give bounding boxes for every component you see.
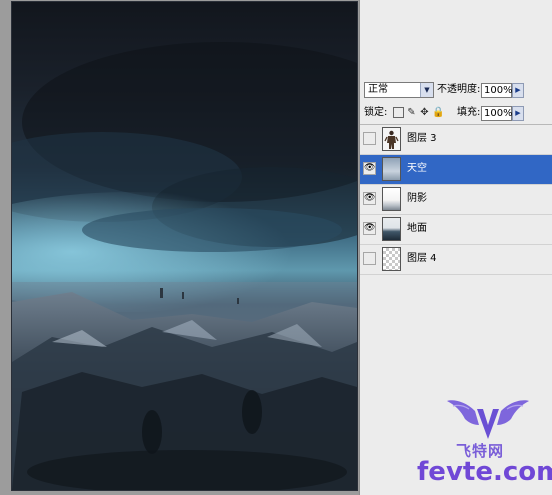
fill-slider-arrow-icon[interactable]: ▶ [512, 106, 524, 121]
opacity-input[interactable]: 100% [481, 83, 513, 98]
winged-v-logo-icon [447, 400, 529, 439]
layer-thumbnail [382, 187, 401, 211]
layer-row-sky[interactable]: 👁 天空 [360, 155, 552, 185]
blend-mode-dropdown[interactable]: 正常 ▼ [364, 82, 434, 98]
lock-transparency-icon[interactable] [393, 107, 404, 118]
layer-thumbnail [382, 247, 401, 271]
lock-all-icon[interactable]: 🔒 [432, 107, 444, 118]
blend-mode-value: 正常 [368, 84, 388, 95]
chevron-down-icon[interactable]: ▼ [420, 83, 433, 97]
lock-move-icon[interactable]: ✥ [419, 107, 430, 118]
eye-icon[interactable]: 👁 [363, 162, 376, 175]
visibility-toggle[interactable] [363, 252, 376, 265]
layer-name: 地面 [407, 223, 427, 234]
layer-row-layer4[interactable]: 图层 4 [360, 245, 552, 275]
watermark-url-text: fevte.com [417, 457, 552, 487]
layer-row-shadow[interactable]: 👁 阴影 [360, 185, 552, 215]
canvas-artwork [12, 42, 357, 490]
layer-row-layer3[interactable]: 图层 3 [360, 125, 552, 155]
figure-icon [384, 130, 399, 149]
blend-options-row: 正常 ▼ 不透明度: 100% ▶ [360, 80, 552, 102]
layer-name: 阴影 [407, 193, 427, 204]
watermark: 飞特网 fevte.com [405, 395, 552, 495]
layers-list: 图层 3 👁 天空 👁 阴影 👁 地面 图层 4 [360, 125, 552, 275]
layer-thumbnail [382, 157, 401, 181]
opacity-label: 不透明度: [437, 84, 481, 95]
visibility-toggle[interactable] [363, 132, 376, 145]
lock-label: 锁定: [364, 107, 388, 118]
layer-thumbnail [382, 217, 401, 241]
document-canvas[interactable] [11, 1, 358, 491]
layer-name: 天空 [407, 163, 427, 174]
lock-options-row: 锁定: ✎ ✥ 🔒 填充: 100% ▶ [360, 104, 552, 124]
fill-input[interactable]: 100% [481, 106, 513, 121]
layer-thumbnail [382, 127, 401, 151]
layer-name: 图层 3 [407, 133, 437, 144]
layer-name: 图层 4 [407, 253, 437, 264]
layer-row-ground[interactable]: 👁 地面 [360, 215, 552, 245]
eye-icon[interactable]: 👁 [363, 192, 376, 205]
opacity-slider-arrow-icon[interactable]: ▶ [512, 83, 524, 98]
fill-label: 填充: [457, 107, 481, 118]
eye-icon[interactable]: 👁 [363, 222, 376, 235]
lock-brush-icon[interactable]: ✎ [406, 107, 417, 118]
